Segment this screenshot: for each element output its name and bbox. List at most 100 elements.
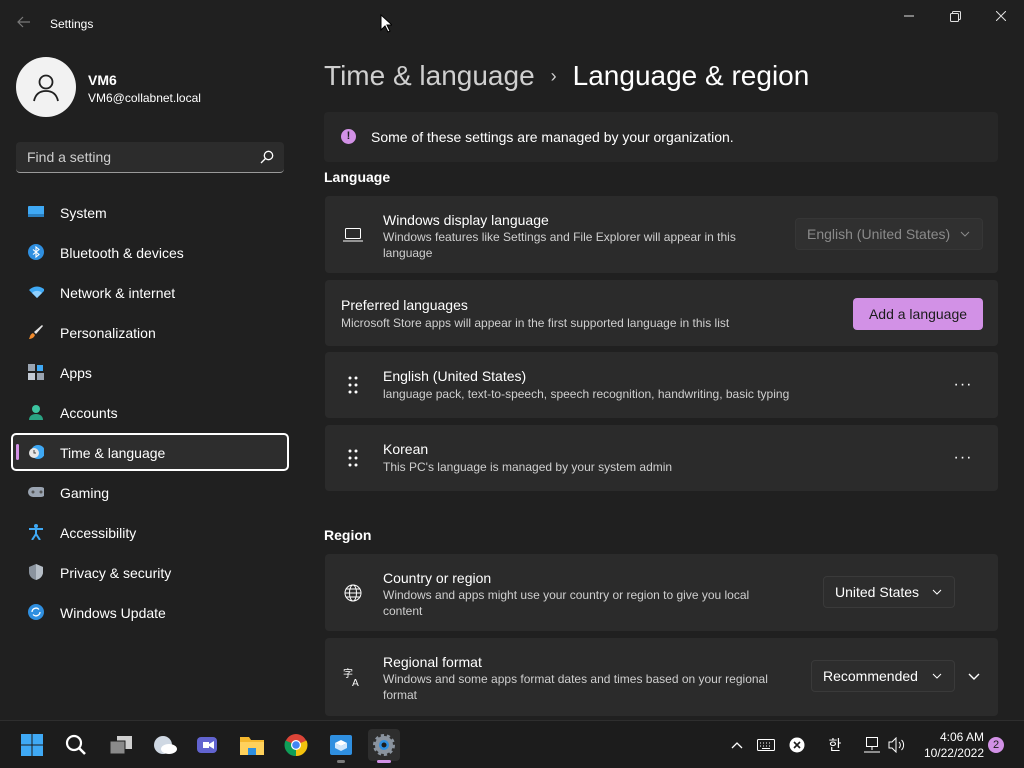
regional-format-title: Regional format bbox=[383, 654, 482, 670]
sidebar-item-gaming[interactable]: Gaming bbox=[12, 474, 288, 510]
tray-app-button[interactable] bbox=[787, 735, 807, 755]
language-features: This PC's language is managed by your sy… bbox=[383, 460, 673, 474]
org-managed-banner: ! Some of these settings are managed by … bbox=[324, 112, 998, 162]
chevron-down-icon bbox=[960, 231, 970, 237]
user-icon bbox=[33, 74, 59, 102]
active-indicator bbox=[16, 444, 19, 460]
breadcrumb-parent-link[interactable]: Time & language bbox=[324, 60, 535, 92]
chevron-down-icon bbox=[932, 673, 942, 679]
preferred-languages-description: Microsoft Store apps will appear in the … bbox=[341, 316, 730, 330]
sidebar-item-windows-update[interactable]: Windows Update bbox=[12, 594, 288, 630]
shield-icon bbox=[28, 564, 44, 580]
sidebar-item-accounts[interactable]: Accounts bbox=[12, 394, 288, 430]
start-button[interactable] bbox=[16, 729, 48, 761]
drag-handle-icon[interactable] bbox=[347, 449, 359, 467]
sidebar-item-label: Accessibility bbox=[60, 525, 137, 541]
sidebar-item-label: Apps bbox=[60, 365, 92, 381]
sidebar-item-accessibility[interactable]: Accessibility bbox=[12, 514, 288, 550]
file-explorer-button[interactable] bbox=[236, 729, 268, 761]
sidebar-item-network[interactable]: Network & internet bbox=[12, 274, 288, 310]
country-region-dropdown[interactable]: United States bbox=[823, 576, 955, 608]
add-language-button[interactable]: Add a language bbox=[853, 298, 983, 330]
chevron-right-icon: › bbox=[550, 65, 557, 86]
input-method-indicator[interactable]: 한 bbox=[824, 735, 846, 755]
regional-format-dropdown[interactable]: Recommended bbox=[811, 660, 955, 692]
preferred-languages-card: Preferred languages Microsoft Store apps… bbox=[325, 280, 998, 346]
country-region-title: Country or region bbox=[383, 570, 492, 586]
expand-chevron-icon[interactable] bbox=[968, 673, 980, 681]
active-app-indicator bbox=[377, 760, 391, 763]
globe-icon bbox=[343, 583, 363, 603]
more-options-button[interactable]: ··· bbox=[950, 372, 976, 398]
task-view-button[interactable] bbox=[105, 729, 137, 761]
minimize-button[interactable] bbox=[886, 4, 932, 28]
sidebar-item-privacy[interactable]: Privacy & security bbox=[12, 554, 288, 590]
language-item-korean[interactable]: Korean This PC's language is managed by … bbox=[325, 425, 998, 491]
running-indicator bbox=[337, 760, 345, 763]
app-title: Settings bbox=[50, 17, 94, 31]
back-arrow-icon bbox=[17, 16, 30, 28]
mouse-cursor-icon bbox=[380, 14, 392, 33]
search-box[interactable] bbox=[16, 142, 284, 173]
widgets-button[interactable] bbox=[149, 729, 181, 761]
keyboard-icon bbox=[757, 739, 775, 751]
user-profile[interactable]: VM6 VM6@collabnet.local bbox=[16, 57, 286, 117]
sidebar-item-label: System bbox=[60, 205, 107, 221]
sidebar-item-apps[interactable]: Apps bbox=[12, 354, 288, 390]
drag-handle-icon[interactable] bbox=[347, 376, 359, 394]
volume-icon bbox=[888, 737, 905, 753]
search-icon[interactable] bbox=[260, 150, 274, 164]
accessibility-icon bbox=[28, 524, 44, 540]
regional-format-card[interactable]: 字A Regional format Windows and some apps… bbox=[325, 638, 998, 716]
language-item-english[interactable]: English (United States) language pack, t… bbox=[325, 352, 998, 418]
display-language-description: Windows features like Settings and File … bbox=[383, 230, 736, 260]
search-icon bbox=[65, 734, 86, 755]
file-explorer-icon bbox=[240, 737, 264, 755]
taskbar-search-button[interactable] bbox=[60, 729, 92, 761]
display-language-value: English (United States) bbox=[807, 226, 951, 242]
more-options-button[interactable]: ··· bbox=[950, 445, 976, 471]
regional-format-description: Windows and some apps format dates and t… bbox=[383, 672, 768, 702]
sidebar-item-time-language[interactable]: Time & language bbox=[11, 433, 289, 471]
tray-x-circle-icon bbox=[789, 737, 805, 753]
network-status-button[interactable] bbox=[862, 735, 882, 755]
clock-date: 10/22/2022 bbox=[923, 746, 984, 760]
sidebar-nav: System Bluetooth & devices Network & int… bbox=[11, 194, 289, 634]
gamepad-icon bbox=[28, 484, 44, 500]
search-input[interactable] bbox=[16, 142, 254, 172]
country-region-card: Country or region Windows and apps might… bbox=[325, 554, 998, 631]
settings-taskbar-button[interactable] bbox=[368, 729, 400, 763]
clock-time: 4:06 AM bbox=[939, 730, 984, 744]
title-bar: Settings bbox=[0, 0, 1024, 48]
sidebar-item-personalization[interactable]: Personalization bbox=[12, 314, 288, 350]
volume-button[interactable] bbox=[886, 735, 908, 755]
display-language-dropdown[interactable]: English (United States) bbox=[795, 218, 983, 250]
close-button[interactable] bbox=[978, 4, 1024, 28]
store-button[interactable] bbox=[325, 729, 357, 763]
show-hidden-icons-button[interactable] bbox=[728, 735, 746, 755]
info-icon: ! bbox=[341, 129, 356, 144]
sidebar-item-system[interactable]: System bbox=[12, 194, 288, 230]
regional-format-icon: 字A bbox=[343, 667, 363, 687]
sidebar-item-bluetooth[interactable]: Bluetooth & devices bbox=[12, 234, 288, 270]
chrome-button[interactable] bbox=[280, 729, 312, 761]
taskbar: 한 4:06 AM 10/22/2022 2 bbox=[0, 720, 1024, 768]
start-icon bbox=[21, 734, 43, 756]
touch-keyboard-button[interactable] bbox=[755, 735, 777, 755]
teams-chat-button[interactable] bbox=[192, 729, 224, 761]
back-button[interactable] bbox=[12, 12, 36, 36]
notification-badge[interactable]: 2 bbox=[988, 737, 1004, 753]
country-region-description: Windows and apps might use your country … bbox=[383, 588, 750, 618]
time-language-icon bbox=[28, 444, 44, 460]
clock-button[interactable]: 4:06 AM 10/22/2022 bbox=[912, 729, 984, 761]
update-icon bbox=[28, 604, 44, 620]
accounts-icon bbox=[28, 404, 44, 420]
maximize-button[interactable] bbox=[932, 4, 978, 28]
region-section-heading: Region bbox=[324, 527, 372, 543]
bluetooth-icon bbox=[28, 244, 44, 260]
preferred-languages-title: Preferred languages bbox=[341, 297, 468, 313]
chrome-icon bbox=[284, 734, 308, 757]
ethernet-icon bbox=[864, 737, 880, 753]
teams-chat-icon bbox=[197, 737, 217, 753]
breadcrumb: Time & language › Language & region bbox=[324, 58, 809, 94]
